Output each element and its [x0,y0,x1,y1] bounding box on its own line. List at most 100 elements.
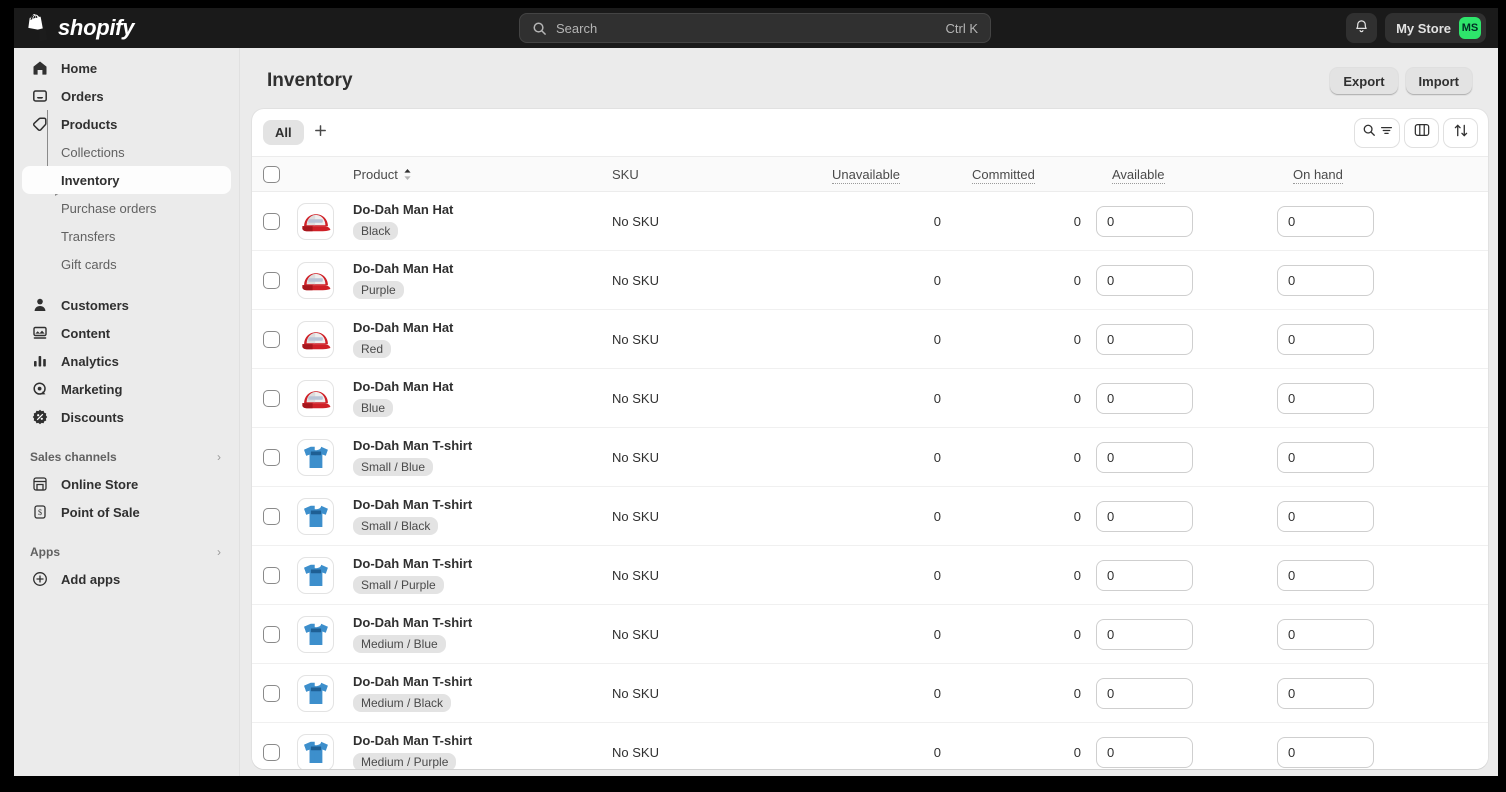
sidebar-item-online-store[interactable]: Online Store [22,470,231,498]
table-row[interactable]: Do-Dah Man T-shirt Small / Black No SKU 0 0 [252,487,1488,546]
select-all-checkbox[interactable] [263,165,280,183]
table-row[interactable]: Do-Dah Man T-shirt Medium / Purple No SKU 0… [252,723,1488,769]
column-header-committed[interactable]: Committed [956,166,1096,184]
available-input[interactable] [1096,736,1193,768]
product-thumbnail-cell [297,615,353,653]
column-header-unavailable[interactable]: Unavailable [816,166,956,184]
available-input[interactable] [1096,382,1193,414]
table-row[interactable]: Do-Dah Man T-shirt Small / Blue No SKU 0 0 [252,428,1488,487]
row-checkbox[interactable] [263,330,280,348]
table-row[interactable]: Do-Dah Man T-shirt Medium / Black No SKU 0 0 [252,664,1488,723]
variant-badge: Small / Blue [353,458,434,476]
sidebar-item-point-of-sale[interactable]: $ Point of Sale [22,498,231,526]
row-checkbox[interactable] [263,566,280,584]
sidebar-item-gift-cards[interactable]: Gift cards [22,250,231,278]
available-input[interactable] [1096,618,1193,650]
sidebar-item-transfers[interactable]: Transfers [22,222,231,250]
product-name: Do-Dah Man T-shirt [353,733,473,748]
chevron-right-icon: › [217,545,221,559]
on-hand-input[interactable] [1277,323,1374,355]
sidebar-section-sales-channels[interactable]: Sales channels › [22,444,231,470]
row-checkbox[interactable] [263,625,280,643]
sidebar-section-apps[interactable]: Apps › [22,539,231,565]
sort-button[interactable] [1444,118,1477,147]
unavailable-cell: 0 [933,390,941,406]
on-hand-input[interactable] [1277,382,1374,414]
available-input[interactable] [1096,323,1193,355]
sidebar-item-discounts[interactable]: Discounts [22,403,231,431]
product-name: Do-Dah Man T-shirt [353,497,473,512]
table-row[interactable]: Do-Dah Man Hat Blue No SKU 0 0 [252,369,1488,428]
available-cell [1096,441,1277,473]
column-label: Unavailable [832,166,900,184]
notifications-button[interactable] [1346,13,1378,43]
import-button[interactable]: Import [1405,67,1472,95]
row-checkbox[interactable] [263,212,280,230]
search-and-filter-button[interactable] [1355,118,1399,147]
column-header-on-hand[interactable]: On hand [1277,166,1458,184]
sidebar-subitem-label: Transfers [61,228,116,244]
sidebar-item-orders[interactable]: Orders [22,82,231,110]
available-input[interactable] [1096,677,1193,709]
sidebar-item-collections[interactable]: Collections [22,138,231,166]
topbar-right-actions: My Store MS [1346,13,1486,43]
available-input[interactable] [1096,264,1193,296]
column-header-product[interactable]: Product [353,167,612,182]
sidebar-item-home[interactable]: Home [22,54,231,82]
on-hand-input[interactable] [1277,677,1374,709]
sidebar-item-inventory[interactable]: Inventory [22,166,231,194]
product-thumbnail-cell [297,733,353,769]
sidebar-item-content[interactable]: Content [22,319,231,347]
on-hand-input[interactable] [1277,618,1374,650]
product-thumbnail-cell [297,261,353,299]
export-button[interactable]: Export [1330,67,1398,95]
row-checkbox[interactable] [263,271,280,289]
shopify-brand[interactable]: shopify [14,14,134,42]
main-content: Inventory Export Import All Product SKU … [241,48,1498,776]
edit-columns-button[interactable] [1405,118,1438,147]
table-row[interactable]: Do-Dah Man T-shirt Small / Purple No SKU 0 0 [252,546,1488,605]
available-input[interactable] [1096,205,1193,237]
on-hand-input[interactable] [1277,264,1374,296]
global-search[interactable]: Search Ctrl K [519,13,991,43]
available-input[interactable] [1096,500,1193,532]
on-hand-input[interactable] [1277,500,1374,532]
on-hand-input[interactable] [1277,559,1374,591]
on-hand-input[interactable] [1277,205,1374,237]
on-hand-input[interactable] [1277,441,1374,473]
sidebar-item-label: Orders [61,88,104,104]
available-input[interactable] [1096,559,1193,591]
sidebar-item-add-apps[interactable]: Add apps [22,565,231,593]
table-row[interactable]: Do-Dah Man Hat Purple No SKU 0 0 [252,251,1488,310]
row-checkbox[interactable] [263,448,280,466]
sidebar-item-analytics[interactable]: Analytics [22,347,231,375]
product-thumbnail-cell [297,202,353,240]
content-media-icon [30,325,50,341]
column-header-available[interactable]: Available [1096,166,1277,184]
on-hand-input[interactable] [1277,736,1374,768]
available-input[interactable] [1096,441,1193,473]
available-cell [1096,323,1277,355]
table-row[interactable]: Do-Dah Man Hat Red No SKU 0 0 [252,310,1488,369]
table-row[interactable]: Do-Dah Man T-shirt Medium / Blue No SKU 0 0 [252,605,1488,664]
sidebar-item-marketing[interactable]: Marketing [22,375,231,403]
table-header-row: Product SKU Unavailable Committed Availa… [252,156,1488,192]
row-checkbox[interactable] [263,507,280,525]
row-checkbox[interactable] [263,684,280,702]
row-checkbox[interactable] [263,389,280,407]
add-view-button[interactable] [306,119,335,147]
tab-all[interactable]: All [263,120,304,145]
on-hand-cell [1277,500,1458,532]
row-checkbox[interactable] [263,743,280,761]
sidebar-item-customers[interactable]: Customers [22,291,231,319]
sidebar-item-products[interactable]: Products [22,110,231,138]
available-cell [1096,736,1277,768]
store-switcher-button[interactable]: My Store MS [1385,13,1486,43]
svg-text:$: $ [38,508,42,517]
table-row[interactable]: Do-Dah Man Hat Black No SKU 0 0 [252,192,1488,251]
sidebar-item-purchase-orders[interactable]: Purchase orders [22,194,231,222]
section-label: Apps [30,545,60,559]
on-hand-cell [1277,677,1458,709]
search-input[interactable]: Search [556,21,937,36]
column-label: Available [1112,166,1165,184]
